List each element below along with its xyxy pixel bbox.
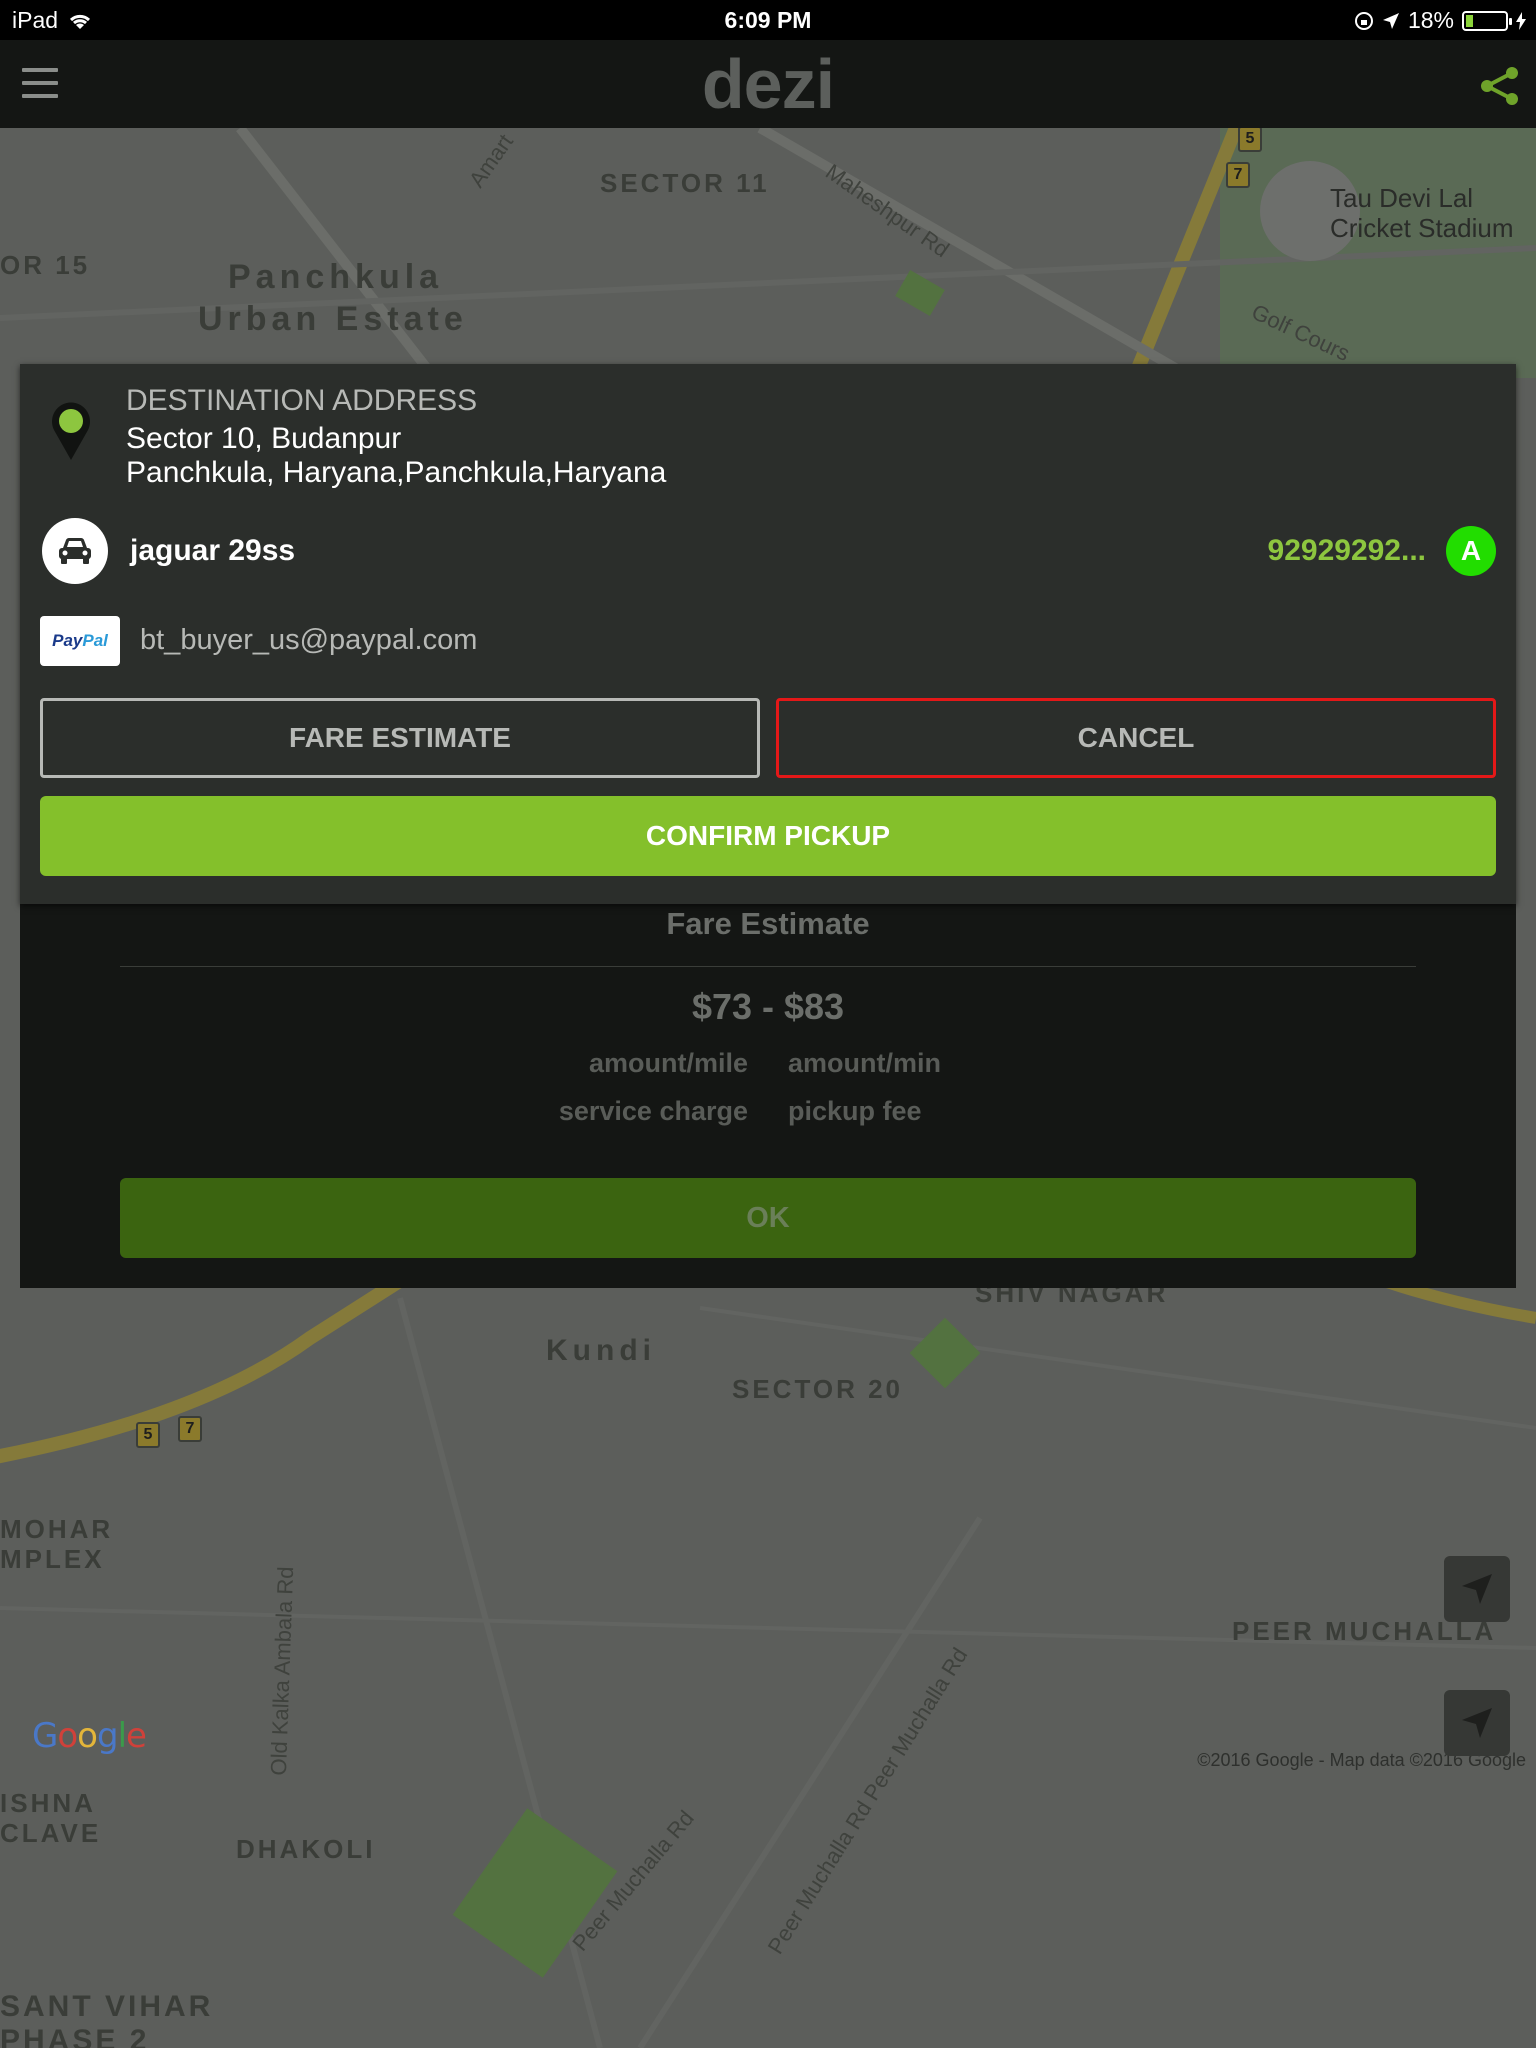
destination-heading: DESTINATION ADDRESS [126, 384, 478, 417]
location-arrow-icon [1382, 12, 1399, 29]
driver-phone[interactable]: 92929292... [1268, 534, 1426, 568]
car-name: jaguar 29ss [130, 534, 296, 567]
map-label: Kundi [546, 1334, 656, 1367]
cancel-button[interactable]: CANCEL [776, 698, 1496, 778]
location-arrow-icon [1462, 1708, 1492, 1738]
map-label: OR 15 [0, 250, 91, 280]
map-label: SANT VIHAR [0, 1990, 214, 2023]
fare-label: amount/mile [588, 1048, 748, 1078]
map-label: Cricket Stadium [1330, 213, 1514, 243]
status-bar: iPad 6:09 PM 18% [0, 0, 1536, 40]
map-label: Panchkula [228, 258, 444, 296]
destination-address-line2: Panchkula, Haryana,Panchkula,Haryana [126, 456, 667, 489]
driver-avatar[interactable]: A [1446, 526, 1496, 576]
map-label: Urban Estate [198, 300, 468, 338]
confirm-pickup-button[interactable]: CONFIRM PICKUP [40, 796, 1496, 876]
map-label: MOHAR [0, 1514, 114, 1544]
map-label: SECTOR 20 [732, 1374, 904, 1404]
fare-estimate-dialog: Fare Estimate $73 - $83 amount/mile amou… [20, 880, 1516, 1288]
fare-label: service charge [558, 1096, 748, 1126]
map-label: DHAKOLI [236, 1834, 376, 1864]
highway-shield: 5 [136, 1422, 160, 1448]
fare-estimate-button[interactable]: FARE ESTIMATE [40, 698, 760, 778]
recenter-button[interactable] [1444, 1690, 1510, 1756]
fare-label: pickup fee [788, 1096, 922, 1126]
payment-email[interactable]: bt_buyer_us@paypal.com [140, 624, 477, 657]
highway-shield: 7 [178, 1416, 202, 1442]
fare-row: service charge pickup fee [20, 1096, 1516, 1127]
map-label: SECTOR 11 [600, 168, 770, 198]
map-label: CLAVE [0, 1818, 102, 1848]
highway-shield: 7 [1226, 162, 1250, 188]
fare-label: amount/min [788, 1048, 941, 1078]
location-arrow-icon [1462, 1574, 1492, 1604]
fare-estimate-title: Fare Estimate [666, 906, 870, 941]
map-label: ISHNA [0, 1788, 96, 1818]
google-logo: Google [32, 1716, 147, 1756]
nav-bar: dezi [0, 40, 1536, 128]
map-label: MPLEX [0, 1544, 105, 1574]
fare-row: amount/mile amount/min [20, 1048, 1516, 1079]
ok-button[interactable]: OK [120, 1178, 1416, 1258]
battery-icon [1462, 10, 1512, 31]
fare-range: $73 - $83 [691, 986, 845, 1027]
divider [120, 966, 1416, 967]
status-time: 6:09 PM [724, 7, 812, 33]
paypal-logo: PayPal [40, 616, 120, 666]
pickup-confirmation-card: DESTINATION ADDRESS Sector 10, Budanpur … [20, 364, 1516, 904]
charging-icon [1516, 11, 1526, 30]
highway-shield: 5 [1238, 128, 1262, 152]
map-label: Tau Devi Lal [1330, 183, 1474, 213]
share-icon[interactable] [1478, 64, 1522, 108]
battery-percent: 18% [1407, 7, 1454, 33]
car-avatar [42, 518, 108, 584]
map-pin-icon [52, 402, 90, 460]
my-location-button[interactable] [1444, 1556, 1510, 1622]
car-icon [59, 538, 91, 564]
app-logo: dezi [701, 45, 835, 123]
map-label: PHASE 2 [0, 2024, 150, 2048]
rotation-lock-icon [1354, 11, 1373, 30]
destination-address-line1: Sector 10, Budanpur [126, 422, 402, 455]
